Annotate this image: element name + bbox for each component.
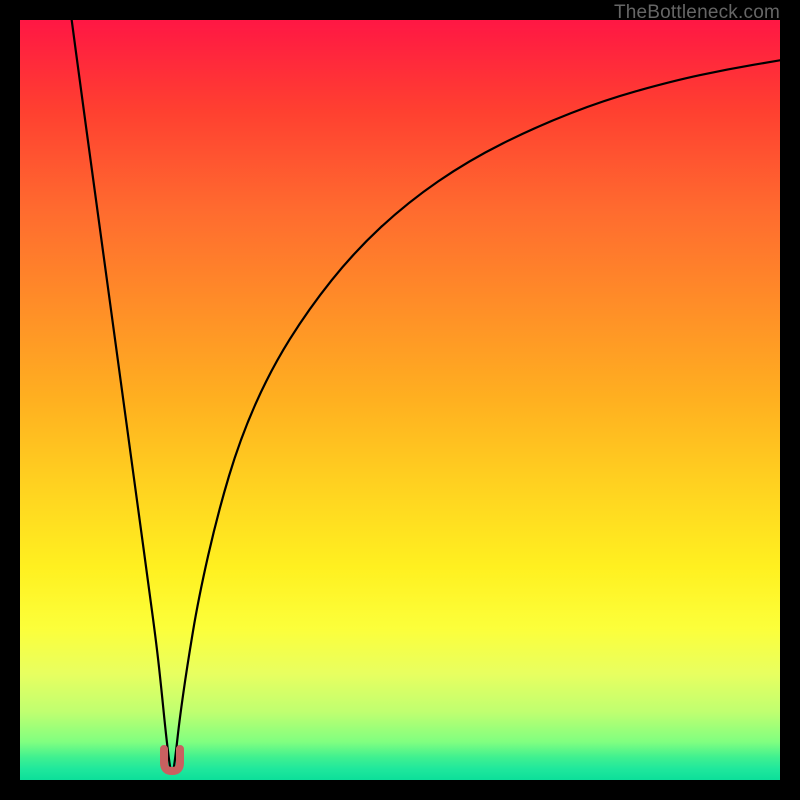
bottleneck-chart bbox=[20, 20, 780, 780]
curve-plot bbox=[20, 20, 780, 780]
u-marker-icon bbox=[160, 745, 184, 775]
curve-line bbox=[72, 20, 780, 772]
u-shape bbox=[164, 749, 180, 771]
